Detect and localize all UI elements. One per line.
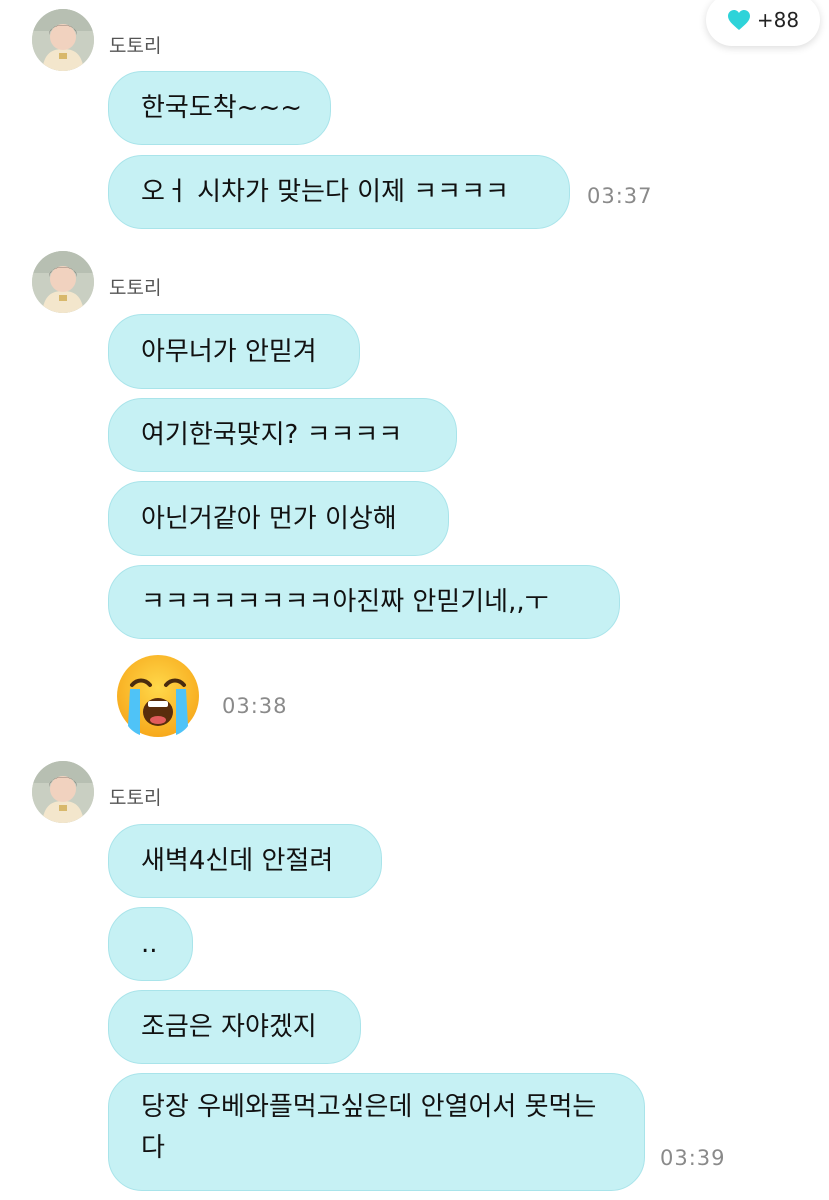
message-bubble[interactable]: 아닌거같아 먼가 이상해 [108,481,449,556]
message-text: 여기한국맞지? ㅋㅋㅋㅋ [141,420,403,450]
message-bubble[interactable]: 아무너가 안믿겨 [108,314,360,389]
avatar[interactable] [32,761,94,823]
message-bubble[interactable]: 여기한국맞지? ㅋㅋㅋㅋ [108,398,457,472]
avatar[interactable] [32,9,94,71]
message-text: 새벽4신데 안절려 [141,846,334,876]
message-bubble[interactable]: .. [108,907,193,981]
message-text: 아무너가 안믿겨 [141,336,317,367]
message-bubble[interactable]: 조금은 자야겠지 [108,990,361,1064]
message-text: 오ㅓ 시차가 맞는다 이제 ㅋㅋㅋㅋ [141,177,509,207]
message-text: 조금은 자야겠지 [141,1012,317,1042]
message-time: 03:38 [222,694,288,718]
message-time: 03:39 [660,1146,726,1170]
message-bubble[interactable]: ㅋㅋㅋㅋㅋㅋㅋㅋ아진짜 안믿기네,,ㅜ [108,565,620,639]
reaction-count: +88 [756,8,800,32]
message-text: 아닌거같아 먼가 이상해 [141,503,397,534]
message-text: 당장 우베와플먹고싶은데 안열어서 못먹는다 [141,1092,597,1163]
message-text: 한국도착~~~ [141,93,303,123]
loudly-crying-face-emoji[interactable] [115,653,201,739]
message-bubble[interactable]: 한국도착~~~ [108,71,331,145]
reaction-count-badge[interactable]: +88 [706,0,820,46]
sender-name: 도토리 [109,277,162,299]
avatar[interactable] [32,251,94,313]
sender-name: 도토리 [109,787,162,809]
message-time: 03:37 [587,184,653,208]
sender-name: 도토리 [109,35,162,57]
message-bubble[interactable]: 새벽4신데 안절려 [108,824,382,898]
message-bubble[interactable]: 당장 우베와플먹고싶은데 안열어서 못먹는다 [108,1073,645,1191]
message-bubble[interactable]: 오ㅓ 시차가 맞는다 이제 ㅋㅋㅋㅋ [108,155,570,229]
message-text: .. [141,929,158,959]
heart-icon [727,10,750,30]
message-text: ㅋㅋㅋㅋㅋㅋㅋㅋ아진짜 안믿기네,,ㅜ [141,587,549,617]
